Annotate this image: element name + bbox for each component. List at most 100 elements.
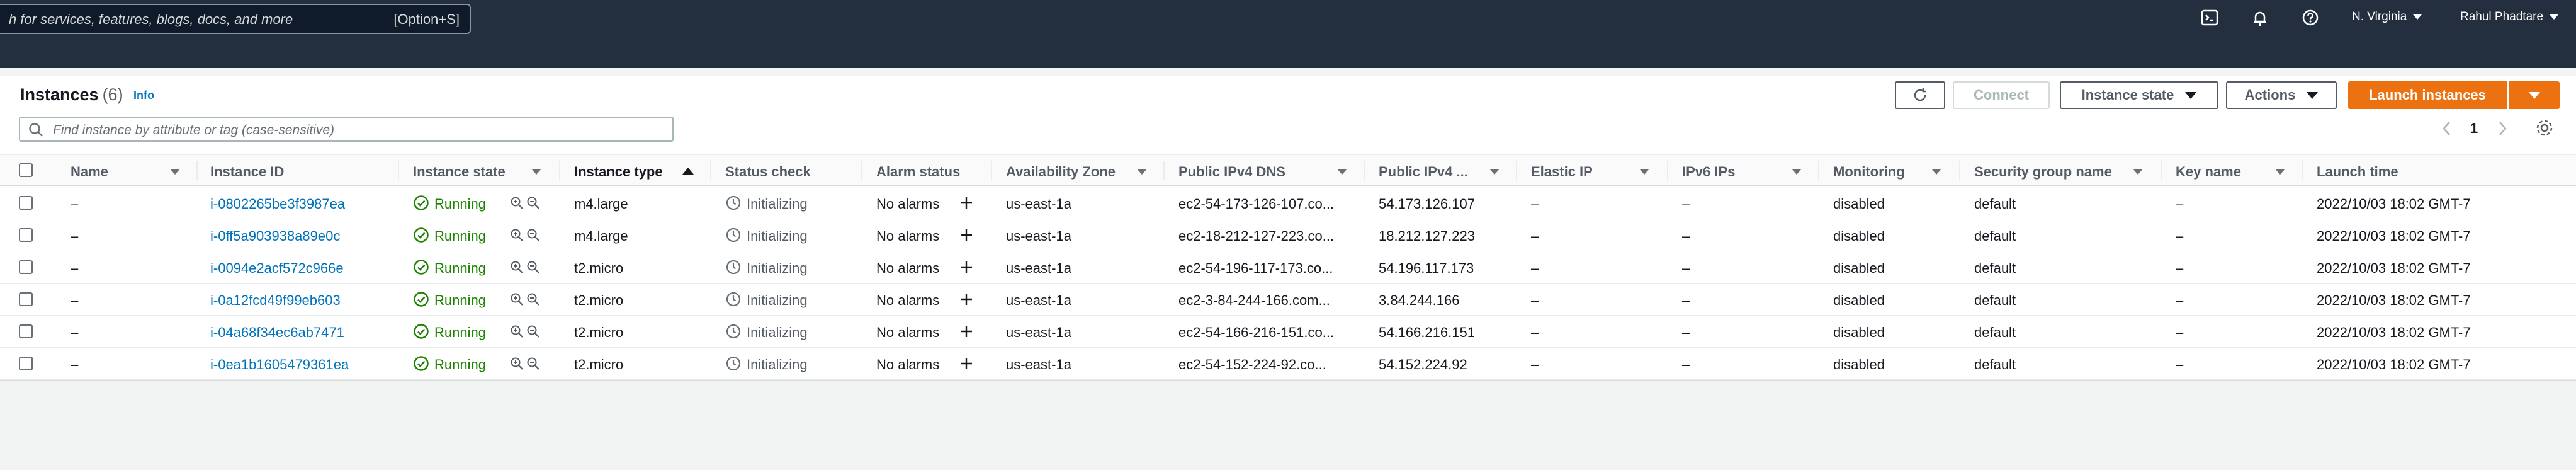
instance-id-link[interactable]: i-0ff5a903938a89e0c bbox=[210, 228, 340, 244]
region-selector[interactable]: N. Virginia bbox=[2352, 10, 2422, 24]
add-alarm-plus-icon[interactable] bbox=[959, 228, 973, 245]
table-row[interactable]: – i-0094e2acf572c966e Running t2.micro Initi… bbox=[0, 251, 2576, 284]
sort-caret-icon[interactable] bbox=[1337, 169, 1347, 175]
connect-button[interactable]: Connect bbox=[1953, 81, 2050, 109]
global-search-input[interactable]: h for services, features, blogs, docs, a… bbox=[0, 4, 471, 34]
column-divider[interactable] bbox=[398, 161, 399, 180]
table-row[interactable]: – i-0a12fcd49f99eb603 Running t2.micro Initi… bbox=[0, 284, 2576, 316]
column-header-security-group[interactable]: Security group name bbox=[1974, 164, 2112, 180]
column-divider[interactable] bbox=[710, 161, 711, 180]
instance-id-link[interactable]: i-0a12fcd49f99eb603 bbox=[210, 292, 341, 309]
add-alarm-plus-icon[interactable] bbox=[959, 324, 973, 341]
cell-availability-zone: us-east-1a bbox=[1006, 196, 1071, 212]
sort-caret-icon[interactable] bbox=[531, 169, 541, 175]
row-select-checkbox[interactable] bbox=[19, 260, 33, 274]
select-all-checkbox[interactable] bbox=[19, 163, 33, 177]
column-divider[interactable] bbox=[2302, 161, 2303, 180]
column-divider[interactable] bbox=[1364, 161, 1365, 180]
column-divider[interactable] bbox=[2161, 161, 2162, 180]
zoom-in-icon[interactable] bbox=[510, 324, 524, 341]
instance-id-link[interactable]: i-0802265be3f3987ea bbox=[210, 196, 345, 212]
launch-instances-button[interactable]: Launch instances bbox=[2348, 81, 2507, 109]
zoom-out-icon[interactable] bbox=[526, 260, 540, 277]
account-menu[interactable]: Rahul Phadtare bbox=[2460, 10, 2559, 24]
zoom-in-icon[interactable] bbox=[510, 357, 524, 374]
column-divider[interactable] bbox=[1516, 161, 1517, 180]
zoom-in-icon[interactable] bbox=[510, 260, 524, 277]
column-header-alarm-status[interactable]: Alarm status bbox=[876, 164, 960, 180]
instance-id-link[interactable]: i-0ea1b1605479361ea bbox=[210, 357, 349, 373]
zoom-out-icon[interactable] bbox=[526, 292, 540, 309]
add-alarm-plus-icon[interactable] bbox=[959, 196, 973, 213]
add-alarm-plus-icon[interactable] bbox=[959, 357, 973, 374]
instance-id-link[interactable]: i-04a68f34ec6ab7471 bbox=[210, 324, 344, 341]
zoom-in-icon[interactable] bbox=[510, 292, 524, 309]
row-select-checkbox[interactable] bbox=[19, 292, 33, 306]
cell-security-group: default bbox=[1974, 324, 2016, 340]
sort-caret-icon[interactable] bbox=[1792, 169, 1802, 175]
row-select-checkbox[interactable] bbox=[19, 324, 33, 338]
column-header-instance-state[interactable]: Instance state bbox=[413, 164, 506, 180]
column-header-ipv6[interactable]: IPv6 IPs bbox=[1682, 164, 1735, 180]
zoom-out-icon[interactable] bbox=[526, 357, 540, 374]
actions-dropdown[interactable]: Actions bbox=[2226, 81, 2337, 109]
instance-state-dropdown[interactable]: Instance state bbox=[2060, 81, 2218, 109]
sort-caret-icon[interactable] bbox=[2275, 169, 2285, 175]
column-divider[interactable] bbox=[1959, 161, 1960, 180]
cloudshell-icon[interactable] bbox=[2198, 6, 2221, 29]
sort-caret-icon[interactable] bbox=[1639, 169, 1649, 175]
zoom-out-icon[interactable] bbox=[526, 324, 540, 341]
column-header-elastic-ip[interactable]: Elastic IP bbox=[1531, 164, 1593, 180]
row-select-checkbox[interactable] bbox=[19, 228, 33, 242]
column-divider[interactable] bbox=[1818, 161, 1819, 180]
add-alarm-plus-icon[interactable] bbox=[959, 260, 973, 277]
column-divider[interactable] bbox=[1667, 161, 1668, 180]
instance-filter-input[interactable]: Find instance by attribute or tag (case-… bbox=[19, 117, 674, 142]
column-header-instance-type[interactable]: Instance type bbox=[574, 164, 663, 180]
column-header-launch-time[interactable]: Launch time bbox=[2317, 164, 2398, 180]
zoom-out-icon[interactable] bbox=[526, 228, 540, 245]
info-link[interactable]: Info bbox=[133, 89, 154, 102]
current-page-number[interactable]: 1 bbox=[2470, 120, 2478, 137]
next-page-icon[interactable] bbox=[2497, 120, 2508, 140]
column-divider[interactable] bbox=[559, 161, 560, 180]
sort-caret-icon[interactable] bbox=[1489, 169, 1500, 175]
sort-caret-icon[interactable] bbox=[2133, 169, 2143, 175]
column-header-status-check[interactable]: Status check bbox=[725, 164, 811, 180]
column-header-name[interactable]: Name bbox=[71, 164, 108, 180]
row-select-checkbox[interactable] bbox=[19, 357, 33, 370]
launch-options-dropdown[interactable] bbox=[2509, 81, 2560, 109]
column-header-key-name[interactable]: Key name bbox=[2176, 164, 2241, 180]
previous-page-icon[interactable] bbox=[2441, 120, 2453, 140]
table-row[interactable]: – i-0ea1b1605479361ea Running t2.micro Initi… bbox=[0, 348, 2576, 380]
column-divider[interactable] bbox=[1163, 161, 1165, 180]
refresh-button[interactable] bbox=[1895, 81, 1945, 109]
zoom-out-icon[interactable] bbox=[526, 196, 540, 213]
add-alarm-plus-icon[interactable] bbox=[959, 292, 973, 309]
column-header-public-ipv4[interactable]: Public IPv4 ... bbox=[1379, 164, 1468, 180]
sort-caret-icon[interactable] bbox=[170, 169, 180, 175]
region-label: N. Virginia bbox=[2352, 10, 2407, 23]
column-divider[interactable] bbox=[196, 161, 198, 180]
column-header-availability-zone[interactable]: Availability Zone bbox=[1006, 164, 1116, 180]
sort-caret-icon[interactable] bbox=[1137, 169, 1147, 175]
cell-ipv6: – bbox=[1682, 260, 1690, 276]
caret-down-icon bbox=[2185, 91, 2197, 99]
column-header-monitoring[interactable]: Monitoring bbox=[1833, 164, 1905, 180]
column-divider[interactable] bbox=[861, 161, 862, 180]
table-row[interactable]: – i-0ff5a903938a89e0c Running m4.large Initi… bbox=[0, 219, 2576, 251]
sort-ascending-icon[interactable] bbox=[682, 168, 694, 175]
help-icon[interactable] bbox=[2299, 6, 2322, 29]
row-select-checkbox[interactable] bbox=[19, 196, 33, 210]
column-header-public-dns[interactable]: Public IPv4 DNS bbox=[1178, 164, 1285, 180]
instance-id-link[interactable]: i-0094e2acf572c966e bbox=[210, 260, 344, 277]
table-row[interactable]: – i-0802265be3f3987ea Running m4.large Initi… bbox=[0, 187, 2576, 219]
zoom-in-icon[interactable] bbox=[510, 196, 524, 213]
notifications-bell-icon[interactable] bbox=[2249, 6, 2271, 29]
column-header-instance-id[interactable]: Instance ID bbox=[210, 164, 284, 180]
table-row[interactable]: – i-04a68f34ec6ab7471 Running t2.micro Initi… bbox=[0, 316, 2576, 348]
preferences-gear-icon[interactable] bbox=[2534, 118, 2555, 141]
zoom-in-icon[interactable] bbox=[510, 228, 524, 245]
sort-caret-icon[interactable] bbox=[1931, 169, 1941, 175]
column-divider[interactable] bbox=[991, 161, 992, 180]
